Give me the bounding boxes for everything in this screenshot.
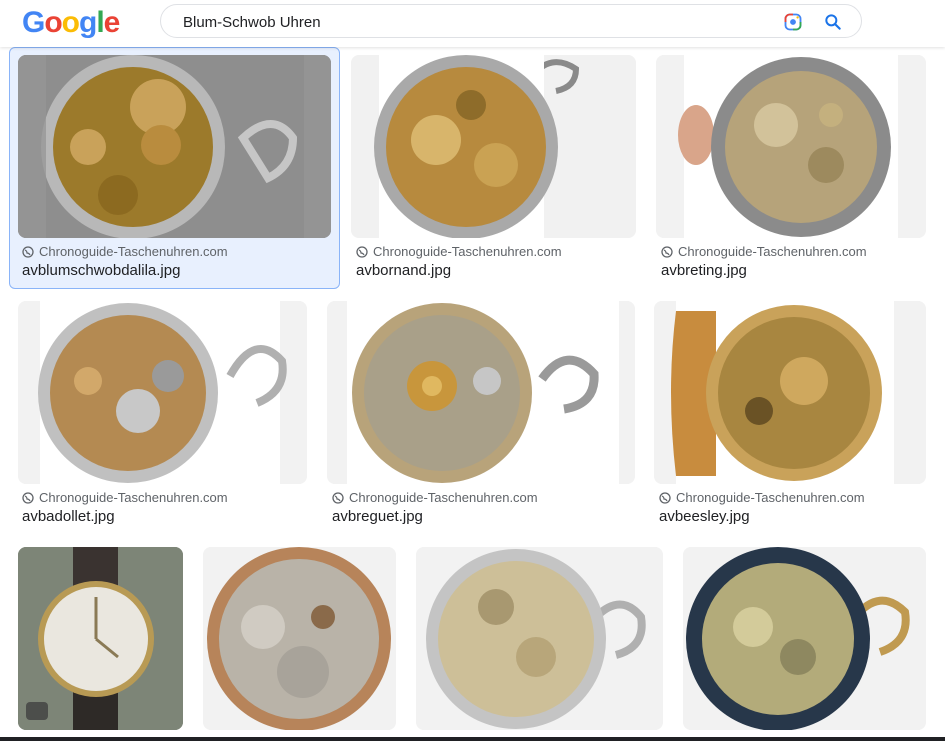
result-thumbnail[interactable] <box>18 55 331 238</box>
source-label: Chronoguide-Taschenuhren.com <box>678 244 867 259</box>
result-filename[interactable]: avbreting.jpg <box>661 262 747 279</box>
result-source[interactable]: Chronoguide-Taschenuhren.com <box>22 490 228 505</box>
google-logo[interactable]: Google <box>22 6 121 40</box>
logo-letter: l <box>96 6 104 39</box>
result-thumbnail[interactable] <box>327 301 635 484</box>
result-thumbnail[interactable] <box>656 55 926 238</box>
result-thumbnail[interactable] <box>654 301 926 484</box>
source-label: Chronoguide-Taschenuhren.com <box>373 244 562 259</box>
result-thumbnail[interactable] <box>18 547 183 730</box>
globe-icon <box>661 245 673 258</box>
google-lens-icon[interactable] <box>783 12 803 32</box>
logo-letter: o <box>44 6 62 39</box>
result-source[interactable]: Chronoguide-Taschenuhren.com <box>332 490 538 505</box>
logo-letter: o <box>61 6 80 39</box>
bottom-edge <box>0 737 945 741</box>
result-thumbnail[interactable] <box>203 547 396 730</box>
result-source[interactable]: Chronoguide-Taschenuhren.com <box>661 244 867 259</box>
source-label: Chronoguide-Taschenuhren.com <box>349 490 538 505</box>
result-source[interactable]: Chronoguide-Taschenuhren.com <box>22 244 228 259</box>
tag-icon <box>26 702 48 720</box>
result-thumbnail[interactable] <box>18 301 307 484</box>
result-thumbnail[interactable] <box>351 55 636 238</box>
result-thumbnail[interactable] <box>416 547 663 730</box>
result-filename[interactable]: avbreguet.jpg <box>332 508 423 525</box>
source-label: Chronoguide-Taschenuhren.com <box>39 244 228 259</box>
source-label: Chronoguide-Taschenuhren.com <box>39 490 228 505</box>
globe-icon <box>356 245 368 258</box>
globe-icon <box>659 491 671 504</box>
logo-letter: e <box>103 6 121 39</box>
result-source[interactable]: Chronoguide-Taschenuhren.com <box>659 490 865 505</box>
result-thumbnail[interactable] <box>683 547 926 730</box>
globe-icon <box>22 245 34 258</box>
result-source[interactable]: Chronoguide-Taschenuhren.com <box>356 244 562 259</box>
search-box <box>160 4 862 39</box>
logo-letter: g <box>79 6 97 39</box>
header: Google <box>0 0 945 47</box>
search-icon[interactable] <box>823 12 843 32</box>
result-filename[interactable]: avbeesley.jpg <box>659 508 750 525</box>
result-filename[interactable]: avbadollet.jpg <box>22 508 115 525</box>
source-label: Chronoguide-Taschenuhren.com <box>676 490 865 505</box>
result-filename[interactable]: avbornand.jpg <box>356 262 451 279</box>
result-filename[interactable]: avblumschwobdalila.jpg <box>22 262 180 279</box>
search-input[interactable] <box>181 5 765 39</box>
globe-icon <box>332 491 344 504</box>
globe-icon <box>22 491 34 504</box>
logo-letter: G <box>22 6 45 39</box>
